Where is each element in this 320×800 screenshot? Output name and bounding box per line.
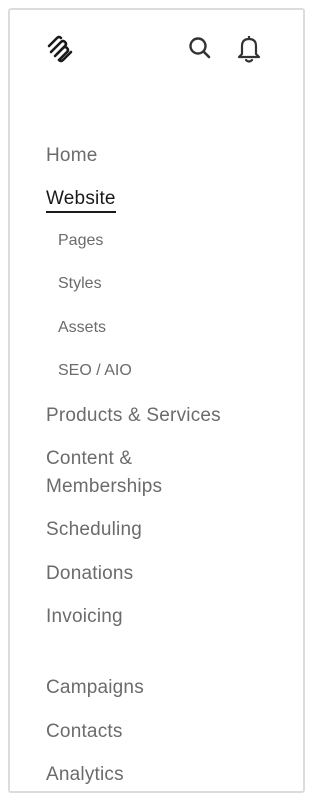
nav-item-website[interactable]: Website: [46, 185, 303, 229]
nav-item-home-label: Home: [46, 145, 98, 166]
sidebar-panel: Home Website Pages Styles Assets SEO / A…: [8, 8, 305, 793]
nav-item-content-memberships-label: Content & Memberships: [46, 448, 163, 497]
nav-item-campaigns-label: Campaigns: [46, 677, 144, 698]
nav-item-invoicing[interactable]: Invoicing: [46, 603, 303, 674]
nav-item-contacts[interactable]: Contacts: [46, 718, 303, 761]
nav-subitem-assets-label: Assets: [58, 319, 107, 336]
nav-item-invoicing-label: Invoicing: [46, 606, 123, 627]
nav-item-home[interactable]: Home: [46, 142, 303, 185]
nav-item-donations[interactable]: Donations: [46, 560, 303, 603]
nav-item-scheduling[interactable]: Scheduling: [46, 516, 303, 560]
nav-item-scheduling-label: Scheduling: [46, 519, 143, 540]
nav-item-analytics[interactable]: Analytics: [46, 761, 303, 791]
sidebar-header: [10, 10, 303, 90]
squarespace-logo-icon[interactable]: [45, 34, 75, 64]
nav-subitem-styles-label: Styles: [58, 275, 102, 292]
nav-subitem-pages[interactable]: Pages: [46, 229, 303, 272]
nav-item-website-label: Website: [46, 188, 116, 213]
nav-subitem-assets[interactable]: Assets: [46, 316, 303, 359]
nav-item-campaigns[interactable]: Campaigns: [46, 674, 303, 718]
nav-item-contacts-label: Contacts: [46, 721, 123, 742]
search-icon: [189, 37, 211, 59]
search-button[interactable]: [186, 34, 214, 62]
nav-subitem-pages-label: Pages: [58, 232, 104, 249]
nav-item-donations-label: Donations: [46, 563, 134, 584]
nav-subitem-seo-label: SEO / AIO: [58, 362, 132, 379]
bell-icon: [237, 36, 261, 63]
main-navigation: Home Website Pages Styles Assets SEO / A…: [46, 142, 303, 791]
nav-subitem-seo[interactable]: SEO / AIO: [46, 359, 303, 402]
nav-item-products-services-label: Products & Services: [46, 405, 221, 426]
notifications-button[interactable]: [234, 32, 264, 64]
nav-item-content-memberships[interactable]: Content & Memberships: [46, 445, 196, 516]
nav-subitem-styles[interactable]: Styles: [46, 272, 303, 316]
nav-item-analytics-label: Analytics: [46, 764, 124, 785]
nav-item-products-services[interactable]: Products & Services: [46, 402, 303, 445]
